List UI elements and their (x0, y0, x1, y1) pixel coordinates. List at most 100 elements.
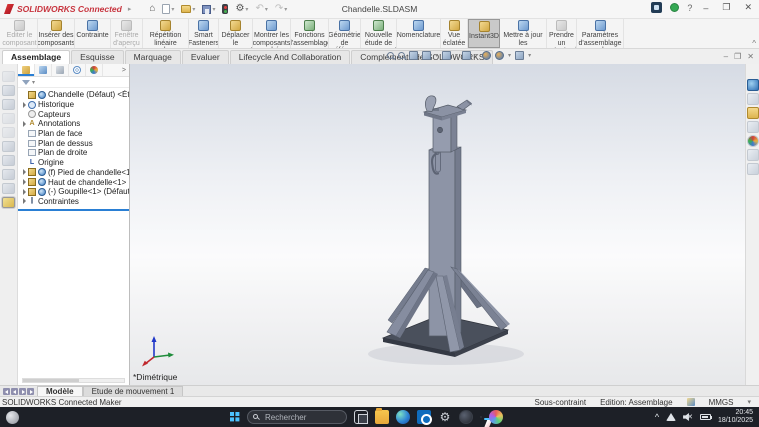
ribbon-show-hidden[interactable]: Montrer les composants cachés (253, 19, 291, 48)
ribbon-mate[interactable]: Contrainte (75, 19, 111, 48)
view-settings-icon[interactable] (515, 51, 524, 60)
settings-icon[interactable]: ⚙ (438, 410, 452, 424)
rebuild-button[interactable] (220, 3, 230, 15)
view-orientation-icon[interactable] (442, 51, 451, 60)
3dexperience-app-icon[interactable] (459, 410, 473, 424)
last-tab-button[interactable] (27, 388, 34, 395)
panel-horizontal-scrollbar[interactable] (22, 378, 125, 383)
tree-item-annotations[interactable]: AAnnotations (18, 119, 129, 129)
home-button[interactable]: ⌂ (147, 3, 157, 15)
section-view-icon[interactable] (422, 51, 431, 60)
ribbon-linear-pattern[interactable]: Répétition linéaire de composants (143, 19, 189, 48)
tree-item-mates[interactable]: ∥Contraintes (18, 197, 129, 207)
expand-arrow-icon[interactable] (20, 102, 28, 108)
assembly-features-side-icon[interactable] (2, 155, 15, 166)
open-document-button[interactable]: ▾ (179, 4, 197, 14)
ribbon-component-preview[interactable]: Fenêtre d'aperçu du composant (111, 19, 143, 48)
task-view-icon[interactable] (354, 410, 368, 424)
expand-arrow-icon[interactable] (20, 169, 28, 175)
units-selector[interactable]: MMGS (709, 398, 734, 407)
propertymanager-tab[interactable] (35, 64, 52, 76)
ribbon-exploded-view[interactable]: Vue éclatée (441, 19, 468, 48)
redo-button[interactable]: ↷▾ (273, 3, 289, 15)
display-style-icon[interactable] (462, 51, 471, 60)
dimxpert-tab[interactable] (69, 64, 86, 76)
doc-minimize-button[interactable]: – (724, 52, 728, 61)
ribbon-move-component[interactable]: Déplacer le composant (219, 19, 253, 48)
tray-expand-icon[interactable]: ^ (655, 412, 659, 422)
doc-close-button[interactable]: ✕ (747, 52, 754, 61)
motion-study-side-icon[interactable] (2, 183, 15, 194)
tree-item-root[interactable]: Chandelle (Défaut) <État d'affich (18, 90, 129, 100)
expand-arrow-icon[interactable] (20, 198, 28, 204)
tree-item-goupille[interactable]: (-) Goupille<1> (Défaut) <<D (18, 187, 129, 197)
ribbon-insert-components[interactable]: Insérer des composants (38, 19, 75, 48)
edit-component-side-icon[interactable] (2, 71, 15, 82)
widgets-icon[interactable] (6, 411, 19, 424)
new-document-button[interactable]: ▾ (160, 3, 176, 15)
save-button[interactable]: ▾ (200, 4, 217, 15)
tree-item-origin[interactable]: LOrigine (18, 158, 129, 168)
scrollbar-thumb[interactable] (23, 379, 79, 382)
custom-properties-icon[interactable] (747, 149, 759, 161)
design-library-icon[interactable] (747, 93, 759, 105)
tree-item-front-plane[interactable]: Plan de face (18, 129, 129, 139)
start-button[interactable] (230, 412, 240, 422)
appearance-side-icon[interactable] (2, 99, 15, 110)
battery-icon[interactable] (700, 414, 711, 420)
ribbon-take-snapshot[interactable]: Prendre un instantané (547, 19, 577, 48)
tree-item-haut-de-chandelle[interactable]: Haut de chandelle<1> (Défau (18, 177, 129, 187)
ribbon-smart-fasteners[interactable]: Smart Fasteners (189, 19, 219, 48)
first-tab-button[interactable] (3, 388, 10, 395)
taskbar-search-input[interactable] (247, 410, 347, 424)
3dexperience-badge-icon[interactable] (651, 2, 662, 13)
tree-item-sensors[interactable]: Capteurs (18, 109, 129, 119)
tab-marquage[interactable]: Marquage (125, 50, 181, 64)
tab-evaluer[interactable]: Evaluer (182, 50, 229, 64)
tab-lifecycle[interactable]: Lifecycle And Collaboration (230, 50, 351, 64)
tree-item-history[interactable]: Historique (18, 100, 129, 110)
configurations-tab[interactable] (52, 64, 69, 76)
filter-funnel-icon[interactable] (22, 80, 30, 85)
file-explorer-icon[interactable] (747, 107, 759, 119)
tree-item-pied-de-chandelle[interactable]: (f) Pied de chandelle<1> (Dét (18, 168, 129, 178)
ribbon-collapse-button[interactable]: ^ (752, 39, 756, 48)
ribbon-large-assembly-settings[interactable]: Paramètres d'assemblage complexe (577, 19, 624, 48)
zoom-to-area-icon[interactable] (398, 52, 405, 59)
ribbon-new-motion-study[interactable]: Nouvelle étude de mouvement (361, 19, 397, 48)
expand-arrow-icon[interactable] (20, 121, 28, 127)
displaymanager-tab[interactable] (86, 64, 103, 76)
tab-esquisse[interactable]: Esquisse (71, 50, 124, 64)
solidworks-menu[interactable]: SOLIDWORKS Connected ▸ (4, 4, 131, 14)
edit-appearance-icon[interactable] (482, 51, 491, 60)
instant3d-side-icon[interactable] (2, 197, 15, 208)
menu-expand-icon[interactable]: ▸ (128, 5, 132, 13)
filter-caret-icon[interactable]: ▾ (32, 79, 35, 86)
forum-icon[interactable] (747, 163, 759, 175)
wifi-icon[interactable] (666, 413, 676, 421)
taskbar-clock[interactable]: 20:45 18/10/2025 (718, 409, 753, 426)
restore-button[interactable]: ❐ (719, 2, 733, 13)
appearances-icon[interactable] (747, 135, 759, 147)
ribbon-update-speedpak[interactable]: Mettre à jour les sous-assemblages Speed… (500, 19, 547, 48)
tree-item-right-plane[interactable]: Plan de droite (18, 148, 129, 158)
apply-scene-icon[interactable] (495, 51, 504, 60)
units-caret-icon[interactable]: ▾ (747, 398, 751, 406)
next-tab-button[interactable] (19, 388, 26, 395)
smart-fasteners-side-icon[interactable] (2, 127, 15, 138)
motion-study-tab[interactable]: Etude de mouvement 1 (83, 386, 184, 396)
insert-components-side-icon[interactable] (2, 85, 15, 96)
expand-arrow-icon[interactable] (20, 179, 28, 185)
view-palette-icon[interactable] (747, 121, 759, 133)
tab-assemblage[interactable]: Assemblage (2, 50, 70, 64)
doc-restore-button[interactable]: ❐ (734, 52, 741, 61)
reference-geometry-side-icon[interactable] (2, 169, 15, 180)
panel-flyout-arrow[interactable]: > (122, 67, 129, 74)
edge-browser-icon[interactable] (396, 410, 410, 424)
ribbon-bom[interactable]: Nomenclature (397, 19, 441, 48)
graphics-viewport[interactable]: *Dimétrique (130, 64, 745, 385)
solidworks-taskbar-button[interactable] (480, 416, 482, 418)
zoom-to-fit-icon[interactable] (387, 52, 394, 59)
file-explorer-taskbar-icon[interactable] (375, 410, 389, 424)
close-button[interactable]: ✕ (741, 2, 755, 13)
